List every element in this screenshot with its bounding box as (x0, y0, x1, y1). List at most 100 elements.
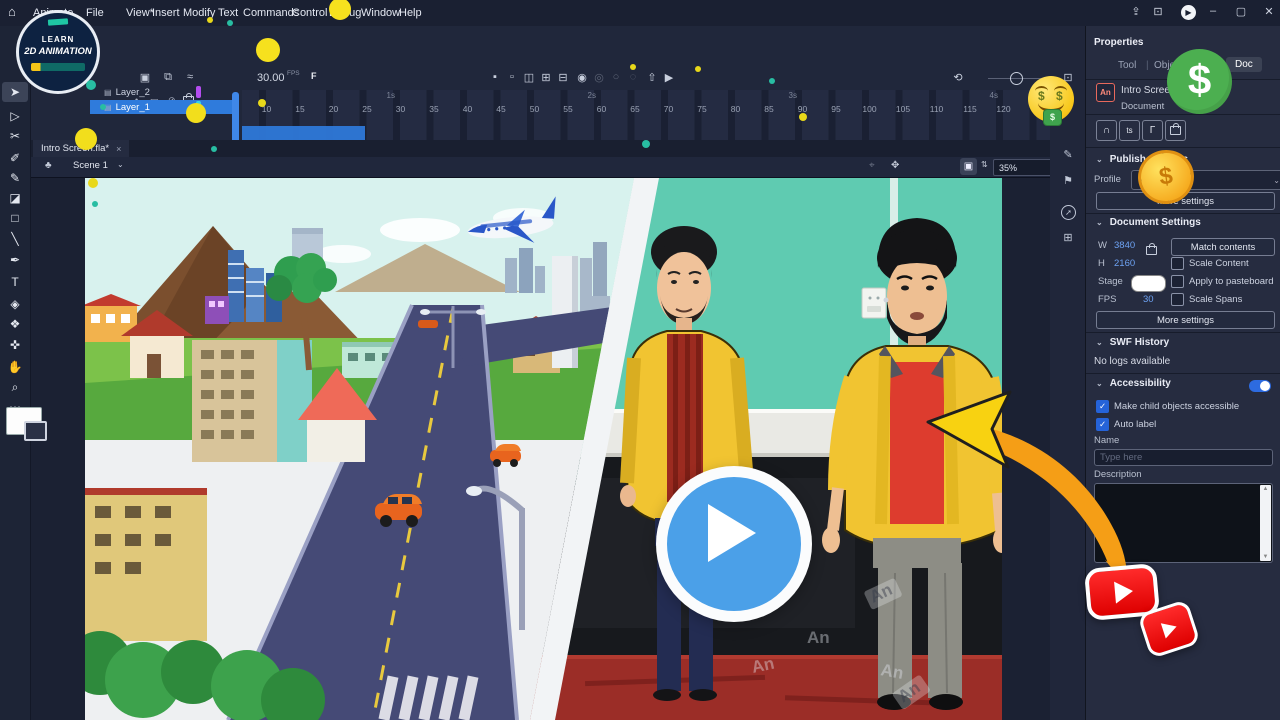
onion-outline-icon[interactable]: ◎ (591, 71, 607, 84)
menu-control[interactable]: Control (292, 7, 327, 19)
video-play-button[interactable] (656, 466, 812, 622)
lasso-tool[interactable]: ✂ (2, 126, 28, 146)
frame-number: 95 (831, 104, 841, 114)
tab-doc[interactable]: Doc (1226, 57, 1262, 72)
fluid-brush-tool[interactable]: ✐ (2, 148, 28, 168)
frame-number: 60 (596, 104, 607, 114)
timeline-fps-value[interactable]: 30.00 (257, 72, 285, 84)
eraser-tool[interactable]: ◪ (2, 188, 28, 208)
share-icon[interactable]: ⇪ (1128, 5, 1144, 18)
maximize-button[interactable]: ▢ (1233, 5, 1249, 18)
scene-chevron-icon[interactable]: ⌄ (117, 160, 124, 169)
assets-grid-icon[interactable]: ⊞ (1058, 231, 1078, 244)
loop-icon[interactable]: ⟲ (950, 71, 966, 84)
insert-keyframe-icon[interactable]: ▪ (487, 71, 503, 83)
minimize-button[interactable]: – (1205, 5, 1221, 17)
layer-parent-icon[interactable]: ⧉ (160, 71, 176, 84)
lock-icon[interactable] (1165, 120, 1186, 141)
snap-corner-icon[interactable]: Γ (1142, 120, 1163, 141)
quick-play-icon[interactable]: ▶ (1181, 5, 1196, 20)
edit-multiple-frames-icon[interactable]: ○ (608, 71, 624, 83)
timeline-zoom-knob[interactable] (1010, 72, 1023, 85)
apply-pasteboard-checkbox[interactable]: Apply to pasteboard (1171, 275, 1274, 288)
frame-number: 75 (697, 104, 707, 114)
line-tool[interactable]: ╲ (2, 229, 28, 249)
scale-spans-checkbox[interactable]: Scale Spans (1171, 293, 1242, 306)
text-tool[interactable]: T (2, 272, 28, 292)
description-textarea[interactable]: ▲ ▼ (1094, 483, 1273, 563)
crosshair-icon[interactable]: ⌖ (869, 160, 875, 171)
make-child-accessible-checkbox[interactable]: ✓ Make child objects accessible (1096, 400, 1239, 413)
home-icon[interactable]: ⌂ (8, 4, 16, 19)
document-settings-header[interactable]: ⌄ Document Settings (1096, 217, 1201, 228)
remove-frame-icon[interactable]: ⊟ (555, 71, 571, 84)
subselection-tool[interactable]: ▷ (2, 106, 28, 126)
layer-row-layer_1[interactable]: ▤ Layer_1 (90, 100, 235, 114)
asset-warp-tool[interactable]: ✜ (2, 335, 28, 355)
doc-more-settings-button[interactable]: More settings (1096, 311, 1275, 329)
rotate-stage-icon[interactable]: ✥ (891, 160, 899, 171)
scene-name[interactable]: Scene 1 (73, 160, 108, 171)
zoom-tool[interactable]: ⌕ (2, 377, 28, 397)
stage-color-swatch[interactable] (1131, 275, 1166, 292)
accessibility-header[interactable]: ⌄ Accessibility (1096, 378, 1171, 389)
name-input[interactable] (1094, 449, 1273, 466)
tab-tool[interactable]: Tool (1118, 60, 1136, 71)
description-label: Description (1094, 469, 1142, 480)
layer-page-icon: ▤ (104, 87, 112, 97)
insert-blank-keyframe-icon[interactable]: ▫ (504, 71, 520, 83)
textarea-scrollbar[interactable]: ▲ ▼ (1260, 485, 1271, 561)
layer-keyframe-marker[interactable] (196, 86, 201, 98)
menu-help[interactable]: Help (399, 7, 422, 19)
link-dimensions-icon[interactable] (1146, 242, 1157, 260)
onion-skin-icon[interactable]: ◉ (574, 71, 590, 84)
close-tab-icon[interactable]: × (116, 144, 121, 154)
auto-keyframe-icon[interactable]: ⊞ (538, 71, 554, 84)
close-button[interactable]: ✕ (1261, 5, 1277, 18)
menu-commands[interactable]: Commands (243, 7, 299, 19)
scale-content-checkbox[interactable]: Scale Content (1171, 257, 1249, 270)
match-contents-button[interactable]: Match contents (1171, 238, 1275, 256)
height-value[interactable]: 2160 (1114, 258, 1135, 269)
menu-window[interactable]: Window (361, 7, 400, 19)
paint-bucket-tool[interactable]: ◈ (2, 294, 28, 314)
menu-text[interactable]: Text (218, 7, 238, 19)
layer-row-layer_2[interactable]: ▤ Layer_2 (90, 85, 235, 99)
brush-library-icon[interactable]: ✎ (1058, 148, 1078, 161)
export-frame-icon[interactable]: ⇧ (644, 71, 660, 84)
zoom-stepper-icon[interactable]: ⇅ (981, 160, 988, 169)
selection-tool[interactable]: ➤ (2, 82, 28, 102)
stage-canvas[interactable]: AnAnAnAnAnAn (85, 178, 1002, 720)
insert-frame-icon[interactable]: ◫ (521, 71, 537, 84)
pen-tool[interactable]: ✒ (2, 250, 28, 270)
align-flag-icon[interactable]: ⚑ (1058, 174, 1078, 187)
pip-icon[interactable]: ⊡ (1150, 5, 1166, 18)
selected-frames-highlight (242, 126, 365, 140)
snap-magnet-icon[interactable]: ∩ (1096, 120, 1117, 141)
classic-brush-tool[interactable]: ✎ (2, 168, 28, 188)
menu-view[interactable]: View* (126, 7, 154, 19)
center-stage-button[interactable]: ▣ (960, 158, 977, 175)
graph-editor-icon[interactable]: ≈ (182, 71, 198, 83)
accessibility-toggle[interactable] (1249, 380, 1271, 392)
frame-number: 25 (362, 104, 372, 114)
auto-label-checkbox[interactable]: ✓ Auto label (1096, 418, 1156, 431)
fps-value[interactable]: 30 (1143, 294, 1154, 305)
rectangle-tool[interactable]: □ (2, 208, 28, 228)
panel-title: Properties (1094, 37, 1144, 48)
height-label: H (1098, 258, 1105, 269)
hand-tool[interactable]: ✋ (2, 357, 28, 377)
camera-icon[interactable]: ▣ (137, 71, 153, 84)
share-link-icon[interactable]: ➚ (1061, 205, 1076, 220)
play-icon[interactable]: ▶ (661, 71, 677, 84)
width-value[interactable]: 3840 (1114, 240, 1135, 251)
stroke-color-swatch[interactable] (24, 421, 47, 441)
eyedropper-tool[interactable]: ❖ (2, 314, 28, 334)
scene-clapper-icon[interactable]: ♣ (45, 160, 52, 171)
swf-history-header[interactable]: ⌄ SWF History (1096, 337, 1169, 348)
menu-insert[interactable]: Insert (152, 7, 180, 19)
menu-file[interactable]: File (86, 7, 104, 19)
snap-ts-icon[interactable]: ts (1119, 120, 1140, 141)
onion-range-icon[interactable]: ◌ (625, 71, 641, 83)
zoom-level-value: 35% (999, 162, 1018, 173)
